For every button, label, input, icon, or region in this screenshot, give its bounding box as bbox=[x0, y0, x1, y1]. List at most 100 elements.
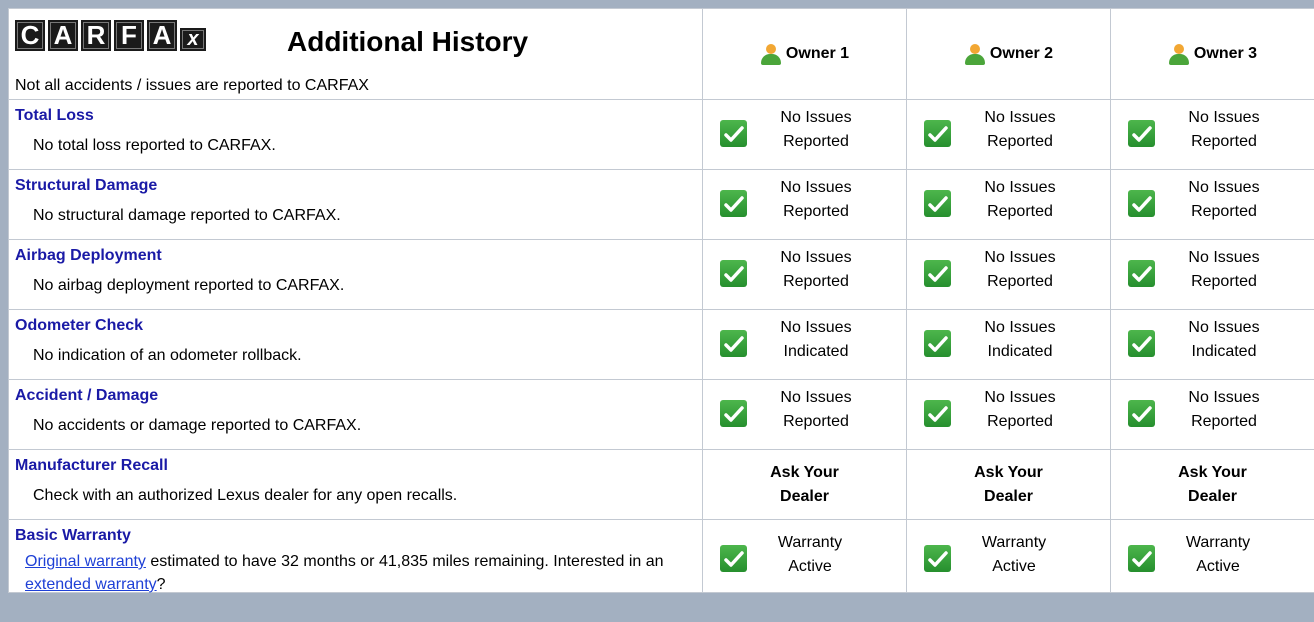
status-text: No Issues bbox=[1188, 319, 1260, 336]
status-text: Reported bbox=[987, 133, 1053, 150]
status-text: Reported bbox=[1191, 273, 1257, 290]
check-icon bbox=[924, 400, 951, 427]
check-icon bbox=[720, 400, 747, 427]
status-text: No Issues bbox=[780, 389, 852, 406]
extended-warranty-link[interactable]: extended warranty bbox=[25, 576, 157, 593]
status-text: Reported bbox=[987, 413, 1053, 430]
status-cell: No Issues Indicated bbox=[703, 310, 906, 379]
status-cell: Warranty Active bbox=[703, 520, 906, 592]
person-icon bbox=[1168, 43, 1190, 65]
status-text: No Issues bbox=[780, 319, 852, 336]
check-icon bbox=[924, 545, 951, 572]
warranty-text: estimated to have 32 months or 41,835 mi… bbox=[145, 553, 664, 570]
status-cell: No Issues Reported bbox=[907, 170, 1110, 239]
history-row-accident-damage: Accident / Damage No accidents or damage… bbox=[8, 379, 1314, 450]
row-title: Total Loss bbox=[15, 107, 94, 124]
status-text: Active bbox=[1196, 558, 1240, 575]
carfax-logo: C A R F A x bbox=[15, 20, 209, 51]
check-icon bbox=[720, 545, 747, 572]
status-cell: No Issues Reported bbox=[1111, 170, 1314, 239]
owner-label: Owner 2 bbox=[989, 45, 1054, 62]
check-icon bbox=[924, 330, 951, 357]
status-text: Reported bbox=[1191, 133, 1257, 150]
status-text: No Issues bbox=[1188, 179, 1260, 196]
check-icon bbox=[924, 120, 951, 147]
status-cell: Warranty Active bbox=[1111, 520, 1314, 592]
history-row-odometer-check: Odometer Check No indication of an odome… bbox=[8, 309, 1314, 380]
status-text: No Issues bbox=[1188, 389, 1260, 406]
owner-label: Owner 3 bbox=[1193, 45, 1258, 62]
status-text: Ask Your bbox=[974, 463, 1043, 481]
row-title: Odometer Check bbox=[15, 317, 144, 334]
check-icon bbox=[1128, 260, 1155, 287]
check-icon bbox=[720, 260, 747, 287]
status-cell: No Issues Reported bbox=[703, 170, 906, 239]
status-cell: No Issues Reported bbox=[1111, 240, 1314, 309]
history-row-basic-warranty: Basic Warranty Original warranty estimat… bbox=[8, 519, 1314, 596]
additional-history-table: C A R F A x Additional History Not all a… bbox=[8, 8, 1314, 593]
status-text: No Issues bbox=[984, 109, 1056, 126]
row-description: No indication of an odometer rollback. bbox=[33, 347, 302, 364]
history-row-total-loss: Total Loss No total loss reported to CAR… bbox=[8, 99, 1314, 170]
status-text: Indicated bbox=[1191, 343, 1257, 360]
status-cell: No Issues Reported bbox=[907, 240, 1110, 309]
owner-label: Owner 1 bbox=[785, 45, 850, 62]
status-cell: Ask Your Dealer bbox=[703, 450, 906, 519]
logo-letter: A bbox=[147, 20, 177, 51]
status-cell: Warranty Active bbox=[907, 520, 1110, 592]
check-icon bbox=[720, 190, 747, 217]
row-title: Basic Warranty bbox=[15, 527, 131, 544]
status-text: Reported bbox=[987, 273, 1053, 290]
owner-3-header: Owner 3 bbox=[1110, 8, 1314, 100]
status-text: Warranty bbox=[1185, 534, 1251, 551]
check-icon bbox=[1128, 330, 1155, 357]
check-icon bbox=[720, 330, 747, 357]
header-cell: C A R F A x Additional History Not all a… bbox=[8, 8, 703, 100]
check-icon bbox=[1128, 400, 1155, 427]
owner-2-header: Owner 2 bbox=[906, 8, 1111, 100]
status-cell: No Issues Reported bbox=[703, 240, 906, 309]
status-text: Reported bbox=[783, 413, 849, 430]
status-text: Warranty bbox=[777, 534, 843, 551]
status-text: Dealer bbox=[780, 487, 829, 505]
check-icon bbox=[924, 260, 951, 287]
status-text: Warranty bbox=[981, 534, 1047, 551]
row-description: No accidents or damage reported to CARFA… bbox=[33, 417, 362, 434]
row-title: Airbag Deployment bbox=[15, 247, 162, 264]
status-text: Indicated bbox=[783, 343, 849, 360]
row-title: Manufacturer Recall bbox=[15, 457, 168, 474]
status-text: Ask Your bbox=[1178, 463, 1247, 481]
status-text: Reported bbox=[1191, 203, 1257, 220]
status-text: Reported bbox=[783, 273, 849, 290]
row-description: Original warranty estimated to have 32 m… bbox=[25, 550, 685, 596]
page-title: Additional History bbox=[287, 26, 529, 57]
check-icon bbox=[1128, 545, 1155, 572]
logo-letter: F bbox=[114, 20, 144, 51]
status-cell: Ask Your Dealer bbox=[907, 450, 1110, 519]
history-row-structural-damage: Structural Damage No structural damage r… bbox=[8, 169, 1314, 240]
row-description: No airbag deployment reported to CARFAX. bbox=[33, 277, 345, 294]
page-subtitle: Not all accidents / issues are reported … bbox=[15, 77, 369, 94]
status-cell: No Issues Reported bbox=[1111, 380, 1314, 449]
status-cell: No Issues Indicated bbox=[907, 310, 1110, 379]
person-icon bbox=[964, 43, 986, 65]
status-text: Reported bbox=[987, 203, 1053, 220]
status-text: Active bbox=[788, 558, 832, 575]
check-icon bbox=[924, 190, 951, 217]
check-icon bbox=[1128, 120, 1155, 147]
status-text: Reported bbox=[783, 203, 849, 220]
original-warranty-link[interactable]: Original warranty bbox=[25, 553, 146, 570]
status-text: Dealer bbox=[1188, 487, 1237, 505]
warranty-text-end: ? bbox=[156, 576, 166, 593]
status-cell: No Issues Reported bbox=[703, 380, 906, 449]
row-description: Check with an authorized Lexus dealer fo… bbox=[33, 487, 458, 504]
status-text: No Issues bbox=[1188, 109, 1260, 126]
status-text: No Issues bbox=[780, 249, 852, 266]
status-cell: Ask Your Dealer bbox=[1111, 450, 1314, 519]
history-row-manufacturer-recall: Manufacturer Recall Check with an author… bbox=[8, 449, 1314, 520]
header-row: C A R F A x Additional History Not all a… bbox=[8, 8, 1314, 100]
logo-letter: x bbox=[180, 28, 206, 51]
check-icon bbox=[1128, 190, 1155, 217]
status-cell: No Issues Reported bbox=[907, 380, 1110, 449]
status-text: Ask Your bbox=[770, 463, 839, 481]
